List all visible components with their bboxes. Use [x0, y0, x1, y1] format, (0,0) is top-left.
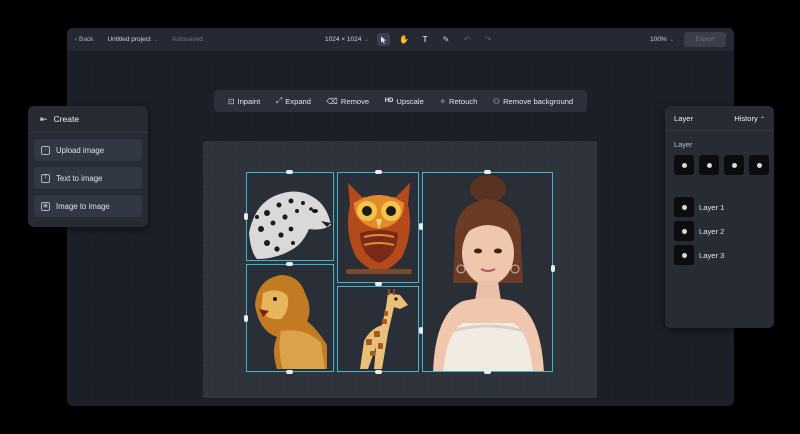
text-to-image-button[interactable]: T Text to image [34, 167, 142, 189]
owl-image[interactable] [337, 172, 419, 283]
layer-thumbnail[interactable] [749, 155, 769, 175]
layer-thumbnail[interactable] [674, 155, 694, 175]
chevron-down-icon: ⌄ [364, 37, 369, 43]
layer-thumbnail [674, 221, 694, 241]
remove-background-button[interactable]: ⚇ Remove background [493, 97, 573, 106]
resize-handle[interactable] [551, 265, 555, 272]
resize-handle[interactable] [484, 370, 491, 374]
upload-icon: ↑ [41, 145, 50, 155]
workspace[interactable]: ⊡ Inpaint ⤢ Expand ⌫ Remove HD Upscale ✧ Reto… [67, 51, 734, 406]
resize-handle[interactable] [286, 262, 293, 266]
edit-toolbar: ⊡ Inpaint ⤢ Expand ⌫ Remove HD Upscale ✧ Reto… [214, 90, 587, 112]
expand-icon: ⤢ [275, 96, 283, 105]
resize-handle[interactable] [375, 170, 382, 174]
save-status: Autosaved [172, 36, 203, 43]
inpaint-icon: ⊡ [227, 96, 235, 106]
resize-handle[interactable] [244, 213, 248, 220]
remove-background-icon: ⚇ [492, 96, 501, 106]
back-button[interactable]: ‹ Back [75, 36, 93, 43]
divider [28, 132, 148, 133]
chevron-down-icon: ⌄ [669, 37, 674, 43]
collapse-panel-icon[interactable]: ⇤ [40, 114, 48, 125]
retouch-button[interactable]: ✧ Retouch [439, 97, 477, 106]
leopard-image[interactable] [246, 172, 334, 261]
retouch-wand-icon: ✧ [439, 96, 447, 106]
resize-handle[interactable] [286, 370, 293, 374]
portrait-image[interactable] [422, 172, 553, 372]
resize-handle[interactable] [286, 170, 293, 174]
history-toggle[interactable]: History ⌃ [734, 114, 765, 123]
resize-handle[interactable] [375, 370, 382, 374]
resize-handle[interactable] [484, 170, 491, 174]
create-panel-title: Create [53, 114, 80, 124]
layer-panel: Layer History ⌃ Layer Layer 1 Layer 2 La… [665, 106, 774, 328]
layer-section-label: Layer [674, 140, 693, 149]
layer-item[interactable]: Layer 2 [665, 221, 774, 241]
zoom-dropdown[interactable]: 100% ⌄ [650, 36, 674, 43]
layer-thumbnail [674, 245, 694, 265]
layer-thumbnail-row [665, 149, 774, 175]
eraser-icon: ⌫ [326, 96, 338, 106]
export-button[interactable]: Export [684, 32, 726, 47]
top-bar: ‹ Back Untitled project ⌄ Autosaved 1024 … [67, 28, 734, 51]
giraffe-image[interactable] [337, 286, 419, 372]
canvas-size-dropdown[interactable]: 1024 × 1024 ⌄ [325, 36, 369, 43]
upload-image-button[interactable]: ↑ Upload image [34, 139, 142, 161]
upscale-button[interactable]: HD Upscale [385, 97, 424, 106]
layer-item[interactable]: Layer 3 [665, 245, 774, 265]
create-panel-header[interactable]: ⇤ Create [28, 106, 148, 132]
app-window: ‹ Back Untitled project ⌄ Autosaved 1024 … [67, 28, 734, 406]
expand-button[interactable]: ⤢ Expand [276, 96, 311, 106]
resize-handle[interactable] [419, 327, 423, 334]
brush-icon[interactable]: ✎ [440, 33, 453, 46]
create-panel: ⇤ Create ↑ Upload image T Text to image … [28, 106, 148, 227]
layer-thumbnail[interactable] [699, 155, 719, 175]
image-canvas[interactable] [203, 141, 597, 398]
chevron-up-icon: ⌃ [759, 116, 765, 123]
chevron-down-icon: ⌄ [153, 37, 158, 43]
hand-icon[interactable]: ✋ [398, 33, 411, 46]
undo-icon[interactable]: ↶ [461, 33, 474, 46]
layer-item[interactable]: Layer 1 [665, 197, 774, 217]
image-to-image-button[interactable]: ▣ Image to image [34, 195, 142, 217]
hd-badge-icon: HD [384, 98, 394, 104]
layer-tab[interactable]: Layer [674, 114, 693, 123]
layer-thumbnail [674, 197, 694, 217]
text-image-icon: T [41, 173, 50, 183]
text-icon[interactable]: T [419, 33, 432, 46]
remove-button[interactable]: ⌫ Remove [327, 97, 370, 106]
resize-handle[interactable] [419, 223, 423, 230]
select-pointer-icon[interactable] [376, 33, 390, 46]
layer-thumbnail[interactable] [724, 155, 744, 175]
redo-icon[interactable]: ↷ [482, 33, 495, 46]
inpaint-button[interactable]: ⊡ Inpaint [228, 97, 261, 106]
project-name-dropdown[interactable]: Untitled project ⌄ [107, 36, 158, 43]
lion-image[interactable] [246, 264, 334, 372]
resize-handle[interactable] [375, 282, 382, 286]
image-to-image-icon: ▣ [41, 201, 50, 211]
resize-handle[interactable] [244, 315, 248, 322]
